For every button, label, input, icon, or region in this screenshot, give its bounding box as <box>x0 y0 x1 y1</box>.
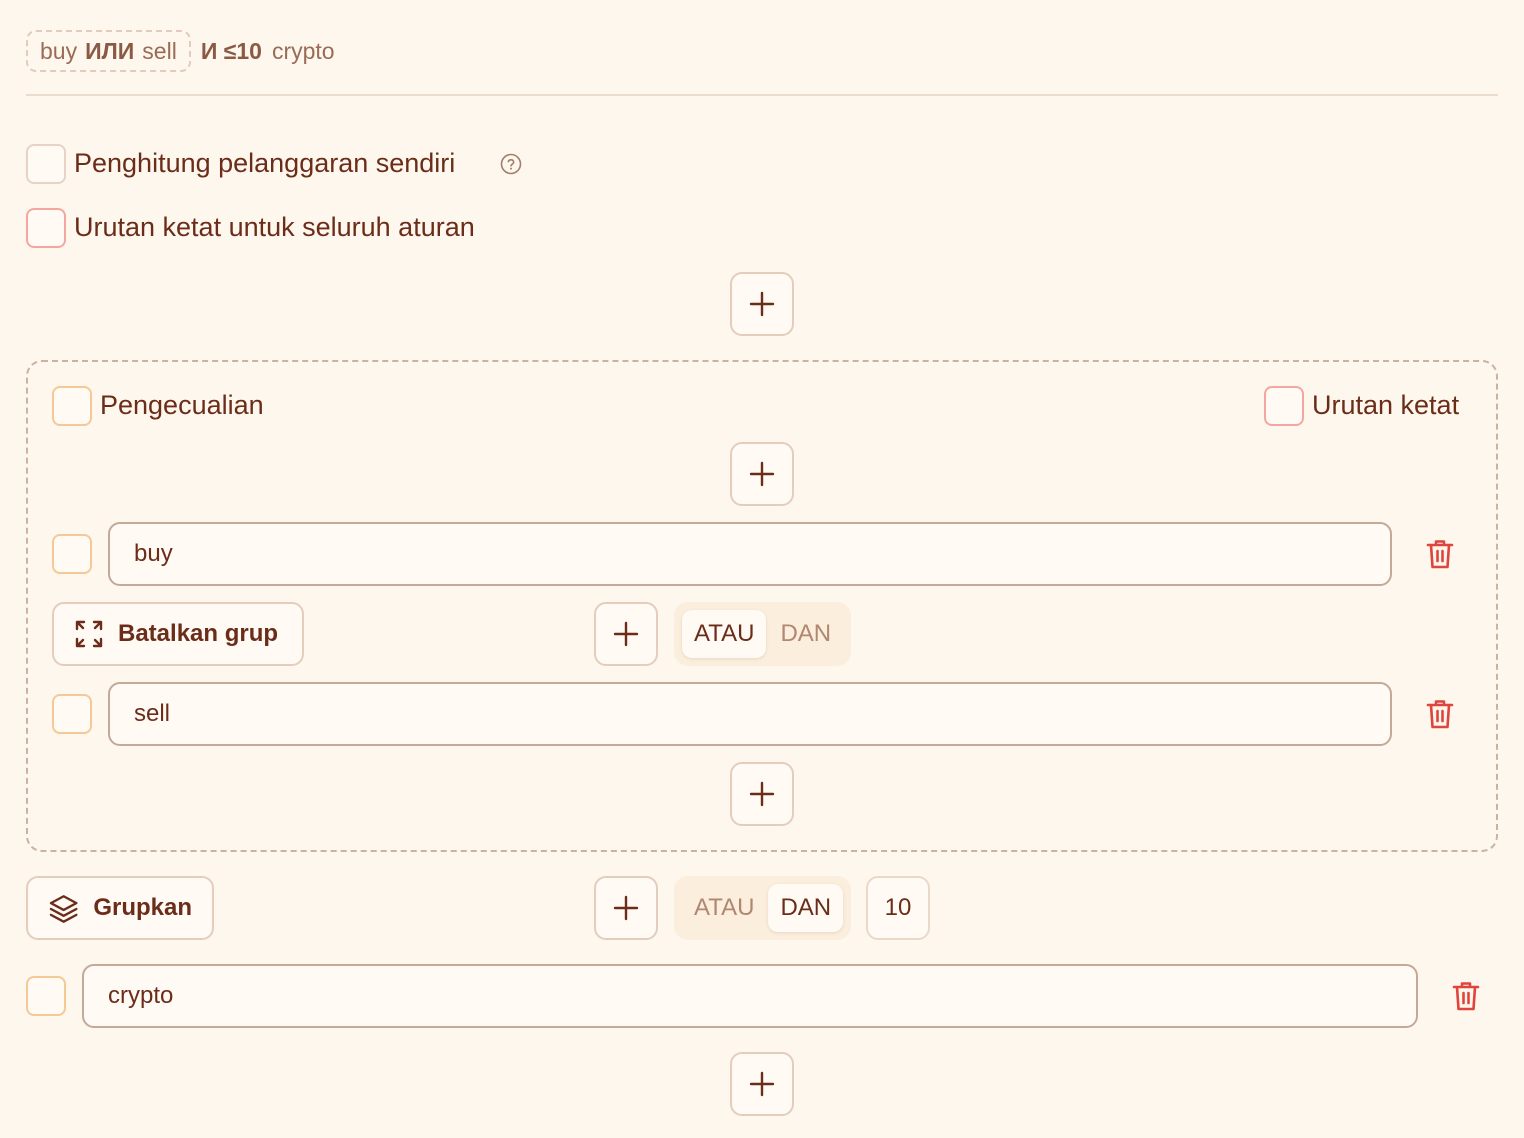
term-input[interactable]: crypto <box>82 964 1418 1028</box>
term-input[interactable]: buy <box>108 522 1392 586</box>
term-input[interactable]: sell <box>108 682 1392 746</box>
row-checkbox[interactable] <box>26 976 66 1016</box>
question-circle-icon[interactable] <box>500 153 522 180</box>
divider <box>26 94 1498 96</box>
plus-icon <box>749 781 775 807</box>
strict-order-checkbox[interactable] <box>1264 386 1304 426</box>
ungroup-label: Batalkan grup <box>118 620 279 647</box>
term-input-value: crypto <box>108 982 174 1009</box>
plus-icon <box>749 461 775 487</box>
layers-icon <box>49 895 78 923</box>
toggle-and[interactable]: DAN <box>768 610 843 658</box>
custom-counter-label: Penghitung pelanggaran sendiri <box>74 148 456 178</box>
strict-order-label: Urutan ketat <box>1312 390 1460 420</box>
term-input-value: sell <box>134 700 171 727</box>
trash-icon[interactable] <box>1425 538 1455 575</box>
operator-toggle: ATAU DAN <box>674 602 852 666</box>
summary-operator: ИЛИ <box>85 37 135 64</box>
operator-toggle: ATAU DAN <box>674 876 852 940</box>
trash-icon[interactable] <box>1451 980 1481 1017</box>
trash-icon[interactable] <box>1425 698 1455 735</box>
add-condition-button[interactable] <box>730 442 794 506</box>
term-input-value: buy <box>134 540 173 567</box>
limit-input[interactable]: 10 <box>866 876 930 940</box>
plus-icon <box>749 291 775 317</box>
add-condition-button[interactable] <box>730 762 794 826</box>
query-summary: buy ИЛИ sell И ≤10 crypto <box>26 30 335 72</box>
custom-counter-checkbox[interactable] <box>26 144 66 184</box>
group-button-label: Grupkan <box>93 894 192 921</box>
toggle-or[interactable]: ATAU <box>682 610 767 658</box>
summary-term: crypto <box>271 37 335 64</box>
plus-icon <box>613 621 639 647</box>
toggle-or[interactable]: ATAU <box>682 884 766 932</box>
summary-term: sell <box>142 37 177 64</box>
group-button[interactable]: Grupkan <box>26 876 214 940</box>
ungroup-button[interactable]: Batalkan grup <box>52 602 304 666</box>
add-condition-button[interactable] <box>594 876 658 940</box>
summary-group-chip[interactable]: buy ИЛИ sell <box>26 30 191 72</box>
strict-order-all-checkbox[interactable] <box>26 208 66 248</box>
exclusion-label: Pengecualian <box>100 390 264 420</box>
exclusion-checkbox[interactable] <box>52 386 92 426</box>
plus-icon <box>613 895 639 921</box>
collapse-arrows-icon <box>75 620 103 648</box>
summary-term: buy <box>40 37 78 64</box>
row-checkbox[interactable] <box>52 534 92 574</box>
limit-value: 10 <box>884 894 912 921</box>
strict-order-all-label: Urutan ketat untuk seluruh aturan <box>74 212 475 242</box>
summary-operator: И ≤10 <box>200 37 262 64</box>
row-checkbox[interactable] <box>52 694 92 734</box>
add-condition-button[interactable] <box>730 1052 794 1116</box>
add-condition-button[interactable] <box>594 602 658 666</box>
plus-icon <box>749 1071 775 1097</box>
toggle-and[interactable]: DAN <box>768 884 844 932</box>
add-condition-button[interactable] <box>730 272 794 336</box>
